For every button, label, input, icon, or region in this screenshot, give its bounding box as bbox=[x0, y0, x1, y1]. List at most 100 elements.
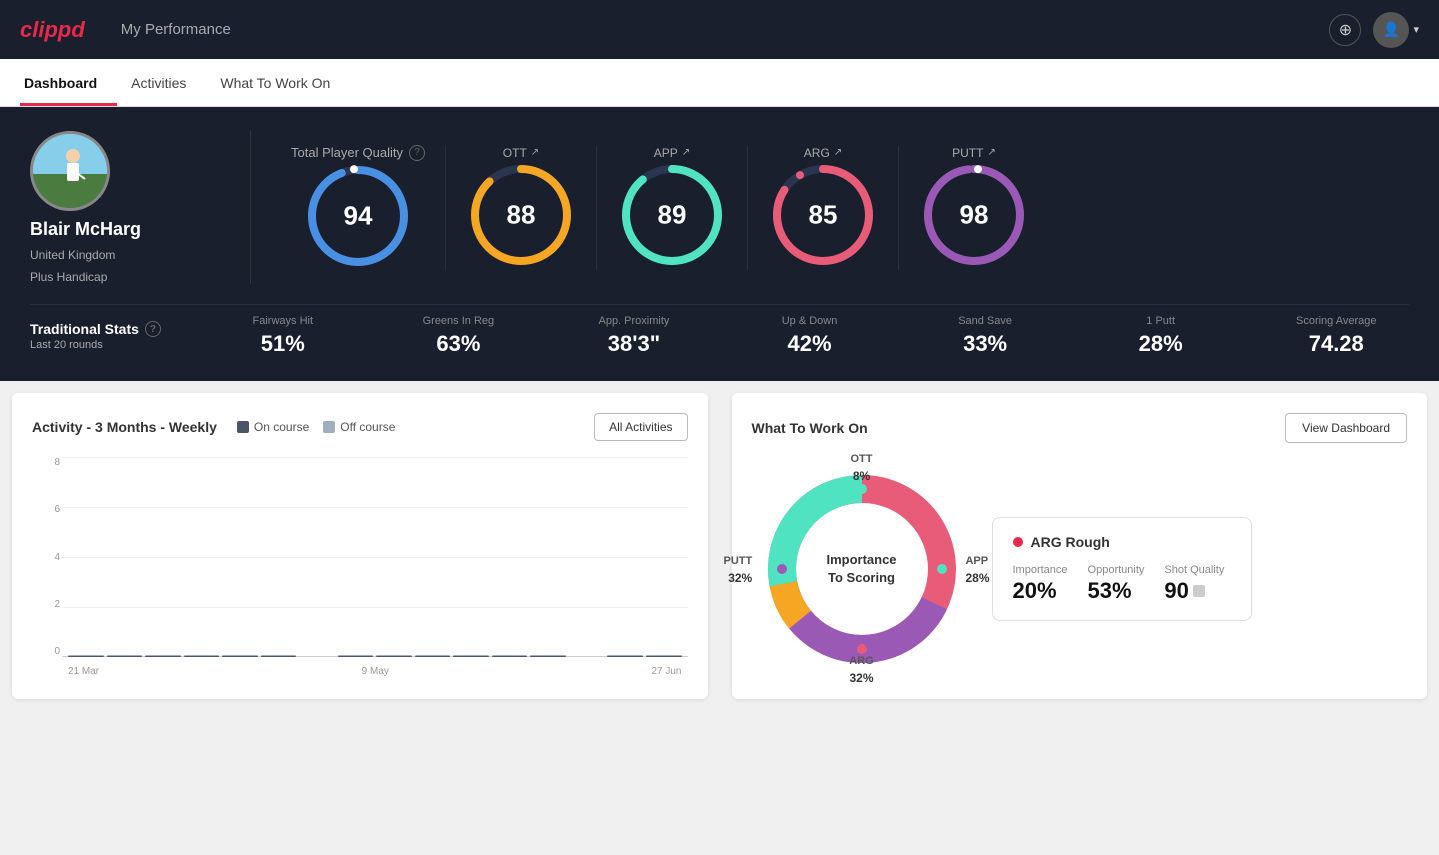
bar-group bbox=[107, 655, 143, 657]
tab-dashboard[interactable]: Dashboard bbox=[20, 61, 117, 106]
bar-on-course bbox=[530, 656, 566, 657]
stat-updown-label: Up & Down bbox=[782, 315, 838, 327]
avatar-image bbox=[33, 134, 107, 208]
legend-on-course-label: On course bbox=[254, 420, 309, 434]
ott-gauge: 88 bbox=[466, 160, 576, 270]
bar-group bbox=[376, 655, 412, 657]
bottom-section: Activity - 3 Months - Weekly On course O… bbox=[0, 381, 1439, 711]
profile-button[interactable]: 👤 ▾ bbox=[1373, 12, 1419, 48]
metric-importance-label: Importance bbox=[1013, 564, 1068, 576]
all-activities-button[interactable]: All Activities bbox=[594, 413, 687, 441]
legend-on-course-dot bbox=[237, 421, 249, 433]
legend-off-course-dot bbox=[323, 421, 335, 433]
bar-on-course bbox=[107, 656, 143, 657]
arg-trend-icon: ↗ bbox=[834, 147, 842, 158]
stat-scoring-value: 74.28 bbox=[1309, 331, 1364, 357]
metric-importance: Importance 20% bbox=[1013, 564, 1068, 604]
info-card: ARG Rough Importance 20% Opportunity 53%… bbox=[992, 517, 1252, 621]
chart-legend: On course Off course bbox=[237, 420, 396, 434]
ott-trend-icon: ↗ bbox=[531, 147, 539, 158]
legend-off-course: Off course bbox=[323, 420, 395, 434]
bar-group bbox=[492, 655, 528, 657]
ott-score: 88 bbox=[507, 199, 536, 230]
bar-group bbox=[415, 655, 451, 657]
stat-fairways-label: Fairways Hit bbox=[253, 315, 314, 327]
x-axis-labels: 21 Mar 9 May 27 Jun bbox=[62, 666, 688, 677]
bar-on-course bbox=[145, 656, 181, 657]
bar-on-course bbox=[492, 656, 528, 657]
putt-label: PUTT ↗ bbox=[952, 146, 996, 160]
metric-shotquality-label: Shot Quality bbox=[1164, 564, 1224, 576]
avatar: 👤 bbox=[1373, 12, 1409, 48]
stat-scoring-label: Scoring Average bbox=[1296, 315, 1377, 327]
x-label-may: 9 May bbox=[362, 666, 389, 677]
trad-stats-title: Traditional Stats ? bbox=[30, 321, 180, 337]
divider bbox=[250, 131, 251, 284]
arg-score: 85 bbox=[809, 199, 838, 230]
stat-greens-label: Greens In Reg bbox=[423, 315, 495, 327]
ott-label: OTT ↗ bbox=[503, 146, 539, 160]
bar-on-course bbox=[222, 656, 258, 657]
performance-banner: Blair McHarg United Kingdom Plus Handica… bbox=[0, 107, 1439, 381]
workon-content: Importance To Scoring OTT 8% APP 28% ARG… bbox=[752, 459, 1408, 679]
player-country: United Kingdom bbox=[30, 248, 115, 262]
header: clippd My Performance ⊕ 👤 ▾ bbox=[0, 0, 1439, 59]
y-label-4: 4 bbox=[54, 552, 60, 563]
app-gauge: 89 bbox=[617, 160, 727, 270]
stat-proximity-value: 38'3" bbox=[608, 331, 660, 357]
ott-seg-label: OTT 8% bbox=[851, 449, 873, 485]
metric-shotquality-value: 90 bbox=[1164, 578, 1188, 604]
player-info: Blair McHarg United Kingdom Plus Handica… bbox=[30, 131, 230, 284]
metric-opportunity: Opportunity 53% bbox=[1088, 564, 1145, 604]
app-score: 89 bbox=[658, 199, 687, 230]
bar-group bbox=[222, 655, 258, 657]
activity-chart: 8 6 4 2 0 21 Mar 9 May 27 Jun bbox=[32, 457, 688, 677]
workon-header: What To Work On View Dashboard bbox=[752, 413, 1408, 443]
view-dashboard-button[interactable]: View Dashboard bbox=[1285, 413, 1407, 443]
stat-1putt: 1 Putt 28% bbox=[1088, 315, 1234, 357]
bar-group bbox=[530, 655, 566, 657]
bar-on-course bbox=[607, 656, 643, 657]
stat-sandsave-value: 33% bbox=[963, 331, 1007, 357]
tab-activities[interactable]: Activities bbox=[127, 61, 206, 106]
player-name: Blair McHarg bbox=[30, 219, 141, 240]
bar-group bbox=[184, 655, 220, 657]
donut-chart: Importance To Scoring OTT 8% APP 28% ARG… bbox=[752, 459, 972, 679]
bar-group bbox=[261, 655, 297, 657]
stat-updown-value: 42% bbox=[788, 331, 832, 357]
player-handicap: Plus Handicap bbox=[30, 270, 107, 284]
tabs-bar: Dashboard Activities What To Work On bbox=[0, 59, 1439, 107]
stat-scoring: Scoring Average 74.28 bbox=[1263, 315, 1409, 357]
stat-proximity: App. Proximity 38'3" bbox=[561, 315, 707, 357]
putt-gauge: 98 bbox=[919, 160, 1029, 270]
bar-on-course bbox=[184, 656, 220, 657]
stat-sandsave: Sand Save 33% bbox=[912, 315, 1058, 357]
x-label-mar: 21 Mar bbox=[68, 666, 99, 677]
stat-1putt-label: 1 Putt bbox=[1146, 315, 1175, 327]
trad-help-icon[interactable]: ? bbox=[145, 321, 161, 337]
bar-on-course bbox=[68, 656, 104, 657]
x-label-jun: 27 Jun bbox=[651, 666, 681, 677]
bar-group bbox=[68, 655, 104, 657]
bar-group bbox=[646, 655, 682, 657]
tab-what-to-work-on[interactable]: What To Work On bbox=[216, 61, 350, 106]
bar-group bbox=[607, 655, 643, 657]
bar-on-course bbox=[338, 656, 374, 657]
header-title: My Performance bbox=[121, 21, 231, 38]
workon-title: What To Work On bbox=[752, 420, 868, 436]
avatar-image: 👤 bbox=[1383, 21, 1400, 38]
metric-importance-value: 20% bbox=[1013, 578, 1068, 604]
legend-on-course: On course bbox=[237, 420, 309, 434]
info-card-title: ARG Rough bbox=[1013, 534, 1231, 550]
stat-fairways: Fairways Hit 51% bbox=[210, 315, 356, 357]
bar-group bbox=[453, 655, 489, 657]
trad-stats-subtitle: Last 20 rounds bbox=[30, 339, 180, 351]
add-button[interactable]: ⊕ bbox=[1329, 14, 1361, 46]
y-label-0: 0 bbox=[54, 646, 60, 657]
arg-label: ARG ↗ bbox=[804, 146, 842, 160]
perf-top: Blair McHarg United Kingdom Plus Handica… bbox=[30, 131, 1409, 284]
bar-on-course bbox=[261, 656, 297, 657]
putt-seg-label: PUTT 32% bbox=[724, 551, 753, 587]
help-icon[interactable]: ? bbox=[409, 145, 425, 161]
stat-greens: Greens In Reg 63% bbox=[386, 315, 532, 357]
